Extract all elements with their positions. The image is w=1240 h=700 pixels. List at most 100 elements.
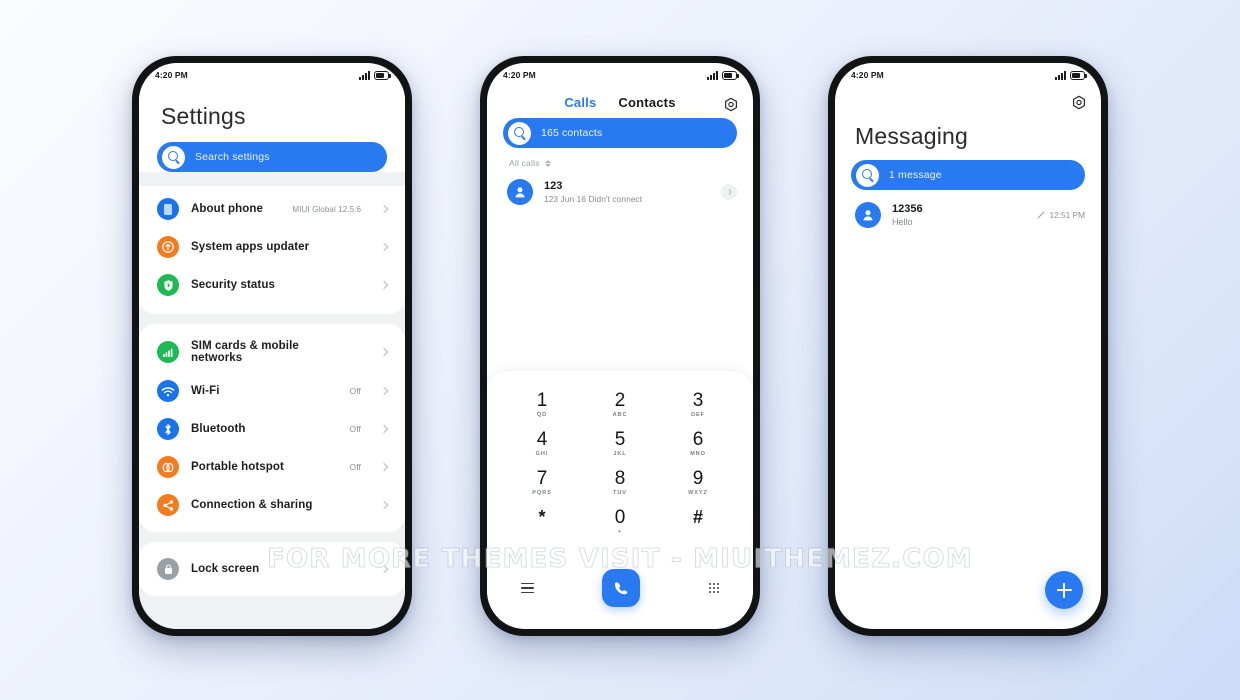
message-thread-preview: Hello xyxy=(892,217,913,227)
phone-messaging: 4:20 PM Messaging 1 message 12356 Hello … xyxy=(828,56,1108,636)
battery-icon xyxy=(722,71,739,80)
dialpad-key-0[interactable]: 0 + xyxy=(581,502,659,541)
dialpad-key-letters: JKL xyxy=(613,450,627,457)
pencil-icon xyxy=(1037,211,1046,219)
search-messages-input[interactable]: 1 message xyxy=(851,160,1085,190)
call-button[interactable] xyxy=(602,569,641,607)
sidebar-item-label: About phone xyxy=(191,203,263,215)
search-settings-input[interactable]: Search settings xyxy=(157,142,387,172)
dialpad-key-number: 2 xyxy=(614,390,626,411)
dialpad-key-number: 7 xyxy=(536,467,548,489)
chevron-right-icon xyxy=(379,280,389,290)
wifi-icon xyxy=(157,380,179,402)
search-icon xyxy=(162,145,185,169)
settings-group-three: Lock screen xyxy=(139,542,405,596)
sidebar-item-portable-hotspot[interactable]: Portable hotspot Off xyxy=(139,448,405,486)
sidebar-item-lock-screen[interactable]: Lock screen xyxy=(139,550,405,588)
chevron-right-icon xyxy=(379,386,389,396)
call-details-button[interactable] xyxy=(721,184,737,200)
sidebar-item-label: Security status xyxy=(191,279,275,291)
call-filter-dropdown[interactable]: All calls xyxy=(487,148,753,174)
sidebar-item-wifi[interactable]: Wi-Fi Off xyxy=(139,372,405,410)
sidebar-item-value: Off xyxy=(349,424,361,434)
signal-bars-icon xyxy=(157,341,179,363)
signal-bars-icon xyxy=(707,70,718,80)
dialpad-key-4[interactable]: 4 GHI xyxy=(503,424,581,463)
call-filter-label: All calls xyxy=(509,158,540,168)
shield-icon xyxy=(157,274,179,296)
page-title: Settings xyxy=(161,103,246,129)
hotspot-icon xyxy=(157,456,179,478)
dialpad-key-letters: QD xyxy=(536,411,548,418)
dialpad-key-6[interactable]: 6 MNO xyxy=(659,424,737,463)
dialpad-grid-icon[interactable] xyxy=(708,582,719,594)
settings-divider xyxy=(139,314,405,324)
dialpad-key-letters: WXYZ xyxy=(688,489,708,496)
dialpad-key-star[interactable]: * xyxy=(503,502,581,541)
page-title-wrap: Settings xyxy=(157,103,387,142)
message-thread-meta: 12:51 PM xyxy=(1037,210,1085,220)
dialpad-key-8[interactable]: 8 TUV xyxy=(581,463,659,502)
sidebar-item-bluetooth[interactable]: Bluetooth Off xyxy=(139,410,405,448)
messaging-screen: 4:20 PM Messaging 1 message 12356 Hello … xyxy=(835,63,1101,629)
sidebar-item-label: Wi-Fi xyxy=(191,385,220,397)
signal-bars-icon xyxy=(1055,70,1066,80)
status-bar-time: 4:20 PM xyxy=(155,70,188,80)
dialpad-key-2[interactable]: 2 ABC xyxy=(581,385,659,424)
phone-icon xyxy=(157,198,179,220)
dialpad-key-hash[interactable]: # xyxy=(659,502,737,541)
page-title: Messaging xyxy=(855,123,969,149)
phone-settings: 4:20 PM Settings Search settings About p… xyxy=(132,56,412,636)
sidebar-item-label: Bluetooth xyxy=(191,423,246,435)
search-icon xyxy=(856,163,879,187)
message-thread-main: 12356 Hello xyxy=(892,203,1026,227)
sidebar-item-about-phone[interactable]: About phone MIUI Global 12.5.6 xyxy=(139,190,405,228)
sidebar-item-system-apps-updater[interactable]: System apps updater xyxy=(139,228,405,266)
dialpad-key-3[interactable]: 3 DEF xyxy=(659,385,737,424)
search-placeholder: Search settings xyxy=(195,151,270,163)
dialpad-key-letters: TUV xyxy=(613,489,627,496)
dialpad-key-number: 4 xyxy=(536,428,548,450)
dialpad-key-number: 1 xyxy=(536,390,548,411)
tab-calls[interactable]: Calls xyxy=(564,95,596,110)
dialpad-keys: 1 QD 2 ABC 3 DEF 4 GHI 5 JKL 6 MNO 7 PQR… xyxy=(487,371,753,567)
dialpad-key-letters: DEF xyxy=(691,411,705,418)
dialpad-key-number: 3 xyxy=(692,390,704,411)
messaging-search-wrap: 1 message xyxy=(835,160,1101,190)
chevron-right-icon xyxy=(379,204,389,214)
dialpad-key-letters: MNO xyxy=(690,450,706,457)
status-bar-indicators xyxy=(707,70,739,80)
gear-icon[interactable] xyxy=(1071,95,1087,111)
dialpad-key-number: 9 xyxy=(692,467,704,489)
dialpad-key-9[interactable]: 9 WXYZ xyxy=(659,463,737,502)
dialer-bottom-bar xyxy=(487,567,753,629)
sidebar-item-value: MIUI Global 12.5.6 xyxy=(292,204,361,214)
sidebar-item-security-status[interactable]: Security status xyxy=(139,266,405,304)
messaging-toolbar xyxy=(835,85,1101,111)
new-message-fab[interactable] xyxy=(1045,571,1083,609)
gear-icon[interactable] xyxy=(723,97,739,113)
dialpad-key-number: 0 xyxy=(614,506,626,528)
dialpad-key-letters: GHI xyxy=(535,450,549,457)
dialer-search-wrap: 165 contacts xyxy=(487,118,753,148)
list-item[interactable]: 12356 Hello 12:51 PM xyxy=(835,190,1101,233)
dialpad-key-5[interactable]: 5 JKL xyxy=(581,424,659,463)
settings-body: Settings Search settings About phone MIU… xyxy=(139,85,405,629)
settings-group-one: About phone MIUI Global 12.5.6 System ap… xyxy=(139,186,405,314)
tab-contacts[interactable]: Contacts xyxy=(618,95,675,110)
sidebar-item-label: System apps updater xyxy=(191,241,310,253)
sidebar-item-label: SIM cards & mobile networks xyxy=(191,340,299,364)
sidebar-item-connection-sharing[interactable]: Connection & sharing xyxy=(139,486,405,524)
sidebar-item-sim-cards[interactable]: SIM cards & mobile networks xyxy=(139,332,405,372)
status-bar-indicators xyxy=(1055,70,1087,80)
search-contacts-input[interactable]: 165 contacts xyxy=(503,118,737,148)
dialpad-key-number: # xyxy=(692,506,703,527)
signal-bars-icon xyxy=(359,70,370,80)
call-log-row[interactable]: 123 123 Jun 16 Didn't connect xyxy=(487,174,753,210)
list-icon[interactable] xyxy=(521,582,534,594)
dialpad-key-7[interactable]: 7 PQRS xyxy=(503,463,581,502)
chevron-right-icon xyxy=(379,424,389,434)
status-bar-dialer: 4:20 PM xyxy=(487,63,753,85)
dialpad-key-1[interactable]: 1 QD xyxy=(503,385,581,424)
battery-icon xyxy=(374,71,391,80)
